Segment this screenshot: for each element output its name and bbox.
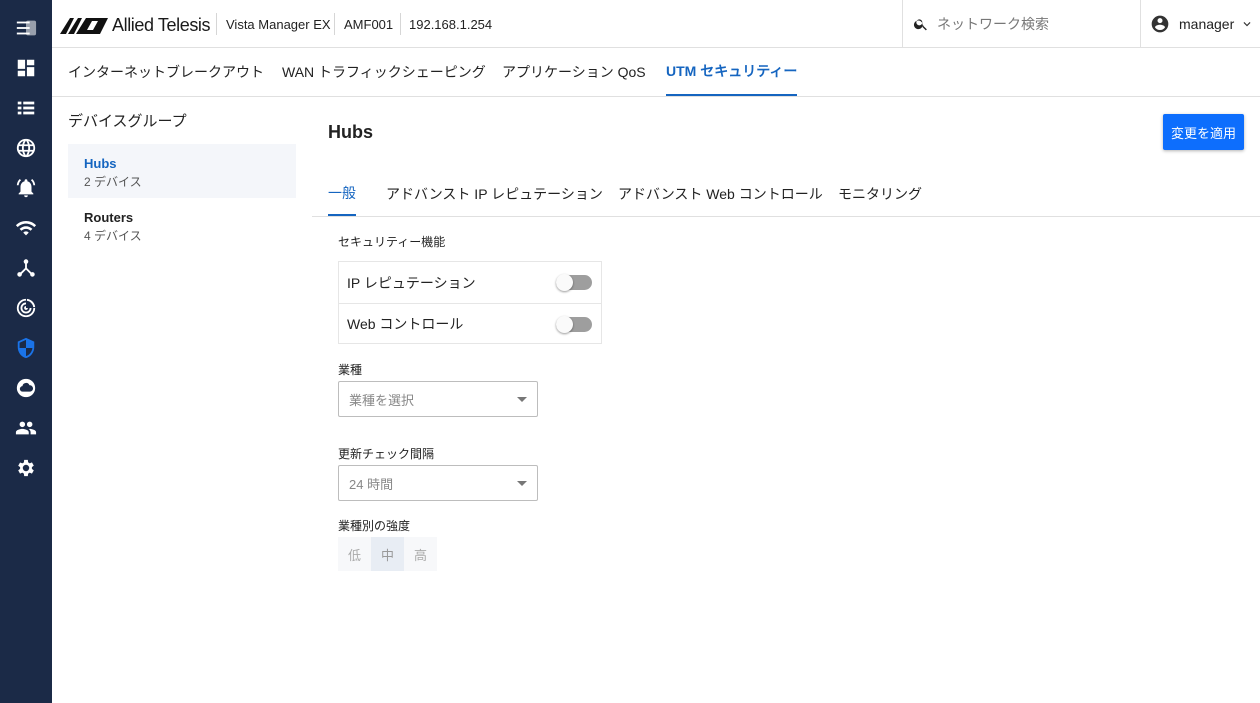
industry-strength-selector: 低 中 高 (338, 537, 437, 571)
group-item-hubs[interactable]: Hubs 2 デバイス (68, 144, 296, 198)
product-name: Vista Manager EX (226, 16, 331, 32)
tab-internet-breakout[interactable]: インターネットブレークアウト (68, 48, 264, 96)
web-control-toggle[interactable] (556, 316, 592, 333)
brand-logo[interactable]: Allied Telesis (60, 14, 211, 36)
device-groups-title: デバイスグループ (68, 113, 187, 130)
toggle-knob (556, 316, 573, 333)
ip-reputation-toggle[interactable] (556, 274, 592, 291)
list-icon[interactable] (0, 88, 52, 128)
industry-select[interactable]: 業種を選択 (338, 381, 538, 417)
network-search (902, 0, 1140, 48)
search-icon (913, 19, 927, 31)
alarm-bell-icon[interactable] (0, 168, 52, 208)
group-device-count: 4 デバイス (84, 229, 142, 243)
user-name: manager (1179, 16, 1235, 32)
security-features-label: セキュリティー機能 (338, 235, 446, 249)
radar-icon[interactable] (0, 288, 52, 328)
shield-icon[interactable] (0, 328, 52, 368)
allied-telesis-logo-icon (60, 18, 108, 34)
globe-icon[interactable] (0, 128, 52, 168)
feature-row-ip-reputation: IP レピュテーション (339, 262, 601, 303)
update-interval-select[interactable]: 24 時間 (338, 465, 538, 501)
group-item-routers[interactable]: Routers 4 デバイス (68, 198, 296, 252)
left-rail (0, 0, 52, 703)
strength-medium-button[interactable]: 中 (371, 537, 404, 571)
subtab-advanced-ip-reputation[interactable]: アドバンスト IP レピュテーション (386, 172, 603, 216)
feature-label: Web コントロール (347, 316, 464, 332)
strength-high-button[interactable]: 高 (404, 537, 437, 571)
dropdown-arrow-icon (517, 397, 527, 402)
user-menu[interactable]: manager (1140, 0, 1260, 48)
people-icon[interactable] (0, 408, 52, 448)
header-divider (400, 13, 401, 35)
group-device-count: 2 デバイス (84, 175, 142, 189)
utm-subtabs: 一般 アドバンスト IP レピュテーション アドバンスト Web コントロール … (312, 172, 1260, 217)
dashboard-icon[interactable] (0, 48, 52, 88)
update-interval-value: 24 時間 (349, 476, 394, 492)
wifi-icon[interactable] (0, 208, 52, 248)
device-name: AMF001 (344, 16, 394, 32)
apply-changes-button[interactable]: 変更を適用 (1163, 114, 1244, 150)
group-name: Hubs (84, 156, 117, 171)
tab-utm-security[interactable]: UTM セキュリティー (666, 48, 798, 96)
settings-gear-icon[interactable] (0, 448, 52, 488)
account-circle-icon (1150, 14, 1170, 34)
header-divider (334, 13, 335, 35)
group-name: Routers (84, 210, 134, 225)
industry-select-value: 業種を選択 (349, 392, 415, 408)
device-ip: 192.168.1.254 (409, 16, 493, 32)
page-title: Hubs (328, 122, 373, 142)
menu-collapse-icon[interactable] (0, 8, 52, 48)
search-input[interactable] (937, 16, 1127, 32)
strength-low-button[interactable]: 低 (338, 537, 371, 571)
cloud-icon[interactable] (0, 368, 52, 408)
subtab-advanced-web-control[interactable]: アドバンスト Web コントロール (618, 172, 823, 216)
feature-tabs: インターネットブレークアウト WAN トラフィックシェーピング アプリケーション… (52, 48, 1260, 97)
industry-label: 業種 (338, 363, 363, 377)
chevron-down-icon (1234, 17, 1254, 31)
dropdown-arrow-icon (517, 481, 527, 486)
tab-wan-traffic-shaping[interactable]: WAN トラフィックシェーピング (282, 48, 486, 96)
subtab-monitoring[interactable]: モニタリング (838, 172, 922, 216)
header-divider (216, 13, 217, 35)
tab-application-qos[interactable]: アプリケーション QoS (502, 48, 646, 96)
update-interval-label: 更新チェック間隔 (338, 447, 435, 461)
industry-strength-label: 業種別の強度 (338, 519, 411, 533)
subtab-general[interactable]: 一般 (328, 172, 356, 216)
security-features-panel: IP レピュテーション Web コントロール (338, 261, 602, 344)
feature-label: IP レピュテーション (347, 274, 476, 291)
top-header: Allied Telesis Vista Manager EX AMF001 1… (52, 0, 1260, 48)
network-topology-icon[interactable] (0, 248, 52, 288)
feature-row-web-control: Web コントロール (339, 303, 601, 344)
brand-name: Allied Telesis (112, 14, 211, 35)
toggle-knob (556, 274, 573, 291)
